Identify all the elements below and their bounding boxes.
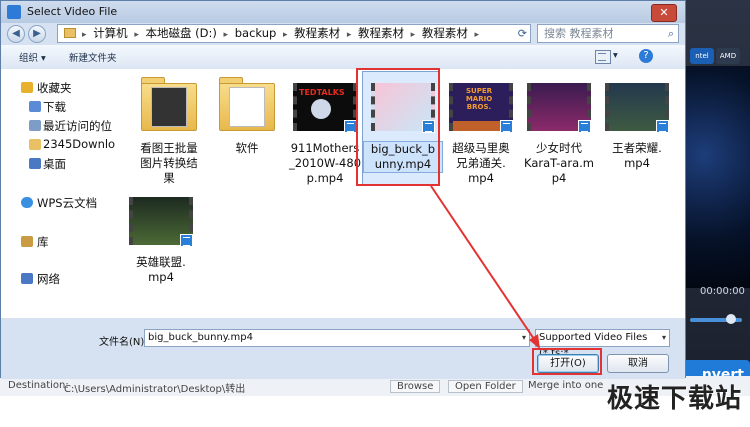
dialog-titlebar: Select Video File ✕ xyxy=(1,1,685,23)
selected-file-highlight-box xyxy=(356,68,440,186)
recent-icon xyxy=(29,120,41,131)
amd-chip: AMD xyxy=(716,48,740,64)
download-folder-icon xyxy=(29,101,41,112)
sidebar-item-favorites[interactable]: 收藏夹 xyxy=(1,79,115,97)
file-label: 超级马里奥 兄弟通关. mp4 xyxy=(452,141,510,185)
folder-icon xyxy=(137,73,201,137)
video-file-badge-icon xyxy=(180,234,193,247)
sidebar-item-network[interactable]: 网络 xyxy=(1,270,115,288)
view-dropdown-chevron-icon[interactable]: ▾ xyxy=(613,50,618,61)
network-icon xyxy=(21,273,33,284)
star-icon xyxy=(21,82,33,93)
new-folder-button[interactable]: 新建文件夹 xyxy=(69,50,117,64)
chevron-down-icon[interactable]: ▾ xyxy=(662,330,666,346)
video-thumbnail-icon: TEDTALKS xyxy=(293,73,357,137)
destination-field[interactable]: C:\Users\Administrator\Desktop\转出 xyxy=(64,380,245,395)
breadcrumb-materials-2[interactable]: 教程素材 xyxy=(358,26,404,40)
video-thumbnail-icon xyxy=(605,73,669,137)
file-label: 英雄联盟. mp4 xyxy=(136,255,186,284)
search-placeholder: 搜索 教程素材 xyxy=(544,27,614,40)
breadcrumb-materials-3[interactable]: 教程素材 xyxy=(422,26,468,40)
breadcrumb-materials-1[interactable]: 教程素材 xyxy=(294,26,340,40)
intel-chip: ntel xyxy=(690,48,714,64)
video-file-badge-icon xyxy=(578,120,591,133)
file-label: 少女时代 KaraT-ara.m p4 xyxy=(524,141,594,185)
folder-icon xyxy=(215,73,279,137)
refresh-icon[interactable]: ⟳ xyxy=(518,25,527,42)
destination-label: Destination: xyxy=(8,380,69,391)
select-video-dialog: Select Video File ✕ ◀ ▶ ▸ 计算机 ▸ 本地磁盘 (D:… xyxy=(0,0,686,379)
merge-checkbox[interactable]: Merge into one xyxy=(528,380,603,391)
chevron-down-icon[interactable]: ▾ xyxy=(522,330,526,346)
breadcrumb-backup[interactable]: backup xyxy=(235,26,277,40)
video-file-badge-icon xyxy=(500,120,513,133)
file-item-honor-of-kings[interactable]: 王者荣耀. mp4 xyxy=(597,73,677,171)
folder-icon xyxy=(29,139,41,150)
volume-slider-knob[interactable] xyxy=(726,314,736,324)
file-type-select[interactable]: Supported Video Files (*.ts;* ▾ xyxy=(535,329,670,359)
dialog-toolbar: 组织 ▾ 新建文件夹 ▾ ? xyxy=(1,45,685,70)
video-file-badge-icon xyxy=(656,120,669,133)
filename-label: 文件名(N): xyxy=(99,337,148,348)
sidebar-item-recent[interactable]: 最近访问的位 xyxy=(1,117,115,135)
time-display: 00:00:00 xyxy=(700,286,745,297)
back-button[interactable]: ◀ xyxy=(7,25,25,43)
watermark-logo: 极速下载站 xyxy=(606,384,742,414)
app-icon xyxy=(7,5,21,19)
breadcrumb-computer[interactable]: 计算机 xyxy=(93,26,128,40)
video-thumbnail-icon xyxy=(129,187,193,251)
video-preview xyxy=(684,66,750,288)
sidebar-item-desktop[interactable]: 桌面 xyxy=(1,155,115,173)
dialog-title: Select Video File xyxy=(27,5,118,18)
file-item-911mothers[interactable]: TEDTALKS 911Mothers _2010W-480 p.mp4 xyxy=(285,73,365,186)
file-label: 911Mothers _2010W-480 p.mp4 xyxy=(288,141,362,185)
sidebar-item-library[interactable]: 库 xyxy=(1,233,115,251)
navigation-bar: ◀ ▶ ▸ 计算机 ▸ 本地磁盘 (D:) ▸ backup ▸ 教程素材 ▸ … xyxy=(1,23,685,45)
cloud-icon xyxy=(21,197,33,208)
file-label: 软件 xyxy=(235,141,259,155)
filename-value: big_buck_bunny.mp4 xyxy=(148,332,253,343)
library-icon xyxy=(21,236,33,247)
sidebar-item-2345downloads[interactable]: 2345Downlo xyxy=(1,136,115,154)
organize-menu[interactable]: 组织 ▾ xyxy=(19,50,46,64)
file-label: 王者荣耀. mp4 xyxy=(612,141,662,170)
search-icon[interactable]: ⌕ xyxy=(668,25,674,42)
file-item-girls-generation[interactable]: 少女时代 KaraT-ara.m p4 xyxy=(519,73,599,186)
open-folder-button[interactable]: Open Folder xyxy=(448,380,523,393)
help-icon[interactable]: ? xyxy=(639,49,653,63)
video-thumbnail-icon: SUPER MARIO BROS. xyxy=(449,73,513,137)
view-options-icon[interactable] xyxy=(595,50,611,64)
desktop-icon xyxy=(29,158,41,169)
search-input[interactable]: 搜索 教程素材 ⌕ xyxy=(537,24,679,43)
file-item-league-of-legends[interactable]: 英雄联盟. mp4 xyxy=(121,187,201,285)
file-item-folder-software[interactable]: 软件 xyxy=(207,73,287,156)
sidebar-item-downloads[interactable]: 下载 xyxy=(1,98,115,116)
browse-button[interactable]: Browse xyxy=(390,380,441,393)
breadcrumb-drive-d[interactable]: 本地磁盘 (D:) xyxy=(146,26,217,40)
cancel-button[interactable]: 取消 xyxy=(607,354,669,373)
close-button[interactable]: ✕ xyxy=(651,4,677,22)
forward-button[interactable]: ▶ xyxy=(28,25,46,43)
sidebar-item-wps-cloud[interactable]: WPS云文档 xyxy=(1,194,115,212)
navigation-pane: 收藏夹 下载 最近访问的位 2345Downlo 桌面 WPS云文档 库 网络 xyxy=(1,69,116,318)
filename-field[interactable]: big_buck_bunny.mp4 ▾ xyxy=(144,329,530,347)
breadcrumb: ▸ 计算机 ▸ 本地磁盘 (D:) ▸ backup ▸ 教程素材 ▸ 教程素材… xyxy=(82,26,480,40)
file-label: 看图王批量 图片转换结 果 xyxy=(140,141,198,185)
folder-icon xyxy=(64,28,76,38)
video-thumbnail-icon xyxy=(527,73,591,137)
open-button-highlight-box xyxy=(532,348,602,375)
file-item-folder-kantuwang[interactable]: 看图王批量 图片转换结 果 xyxy=(129,73,209,186)
file-item-super-mario[interactable]: SUPER MARIO BROS. 超级马里奥 兄弟通关. mp4 xyxy=(441,73,521,186)
address-bar[interactable]: ▸ 计算机 ▸ 本地磁盘 (D:) ▸ backup ▸ 教程素材 ▸ 教程素材… xyxy=(57,24,531,43)
